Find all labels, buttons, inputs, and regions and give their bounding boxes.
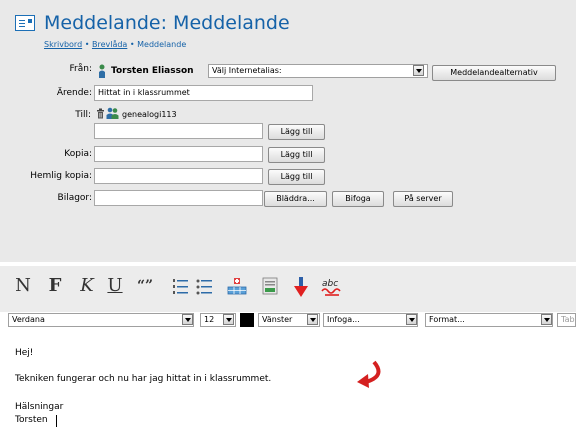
font-family-select[interactable]: Verdana	[8, 313, 194, 327]
bcc-input[interactable]	[94, 168, 263, 184]
curved-arrow-icon	[357, 360, 381, 388]
spellcheck-icon[interactable]: abc	[321, 277, 343, 297]
table-select[interactable]: Tab	[557, 313, 576, 327]
add-bcc-button[interactable]: Lägg till	[268, 169, 325, 185]
bcc-label: Hemlig kopia:	[30, 171, 92, 181]
page-title: Meddelande: Meddelande	[44, 12, 290, 34]
add-to-button[interactable]: Lägg till	[268, 124, 325, 140]
cc-input[interactable]	[94, 146, 263, 162]
message-options-button[interactable]: Meddelandealternativ	[432, 65, 556, 81]
normal-text-button[interactable]: N	[12, 275, 34, 297]
bold-button[interactable]: F	[44, 275, 66, 297]
attach-button[interactable]: Bifoga	[332, 191, 384, 207]
to-input[interactable]	[94, 123, 263, 139]
chevron-down-icon[interactable]	[182, 314, 193, 325]
chevron-down-icon[interactable]	[223, 314, 234, 325]
breadcrumb-mailbox-link[interactable]: Brevlåda	[92, 40, 127, 49]
insert-link-icon[interactable]	[293, 276, 309, 298]
group-icon	[106, 107, 119, 119]
message-body-editor[interactable]	[0, 328, 576, 446]
breadcrumb-home-link[interactable]: Skrivbord	[44, 40, 82, 49]
browse-button[interactable]: Bläddra...	[264, 191, 327, 207]
insert-table-icon[interactable]	[227, 277, 247, 295]
to-label: Till:	[75, 110, 91, 120]
chevron-down-icon[interactable]	[541, 314, 552, 325]
insert-image-icon[interactable]	[261, 277, 279, 295]
recipient-genealogi113[interactable]: genealogi113	[122, 110, 177, 119]
attachments-label: Bilagor:	[57, 193, 92, 203]
underline-button[interactable]: U	[104, 275, 126, 297]
format-select[interactable]: Format...	[425, 313, 553, 327]
sender-name: Torsten Eliasson	[111, 66, 194, 76]
chevron-down-icon[interactable]	[406, 314, 417, 325]
breadcrumb-separator: •	[84, 40, 90, 49]
text-cursor	[56, 415, 57, 427]
quote-button[interactable]: “”	[132, 275, 158, 297]
trash-icon[interactable]	[96, 108, 105, 119]
subject-input[interactable]: Hittat in i klassrummet	[94, 85, 313, 101]
breadcrumb-separator: •	[129, 40, 135, 49]
subject-label: Ärende:	[56, 88, 92, 98]
chevron-down-icon[interactable]	[307, 314, 318, 325]
chevron-down-icon[interactable]	[413, 65, 424, 76]
person-icon	[99, 64, 105, 78]
body-line: Hälsningar	[15, 402, 64, 412]
bullet-list-icon[interactable]	[195, 277, 213, 295]
add-cc-button[interactable]: Lägg till	[268, 147, 325, 163]
body-line: Hej!	[15, 348, 34, 358]
attachment-file-input[interactable]	[94, 190, 263, 206]
numbered-list-icon[interactable]	[171, 277, 189, 295]
from-label: Från:	[69, 64, 92, 74]
breadcrumb: Skrivbord • Brevlåda • Meddelande	[44, 40, 186, 49]
alias-select[interactable]: Välj Internetalias:	[208, 64, 428, 78]
italic-button[interactable]: K	[76, 275, 98, 297]
message-icon	[15, 15, 35, 31]
cc-label: Kopia:	[64, 149, 92, 159]
body-line: Torsten	[15, 415, 48, 425]
on-server-button[interactable]: På server	[393, 191, 453, 207]
breadcrumb-current: Meddelande	[137, 40, 187, 49]
text-color-swatch[interactable]	[240, 313, 254, 327]
insert-select[interactable]: Infoga...	[323, 313, 418, 327]
body-line: Tekniken fungerar och nu har jag hittat …	[15, 374, 272, 384]
svg-text:abc: abc	[322, 279, 338, 289]
